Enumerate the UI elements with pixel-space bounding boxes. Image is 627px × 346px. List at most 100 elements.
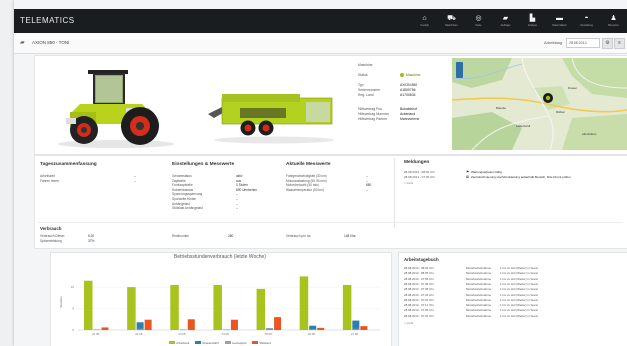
- bar-stillstand: [360, 326, 368, 330]
- nav-item-analyse[interactable]: ▙ Analyse: [519, 9, 546, 33]
- log-detail: 1 km zu Hof (Wetter) in Soest: [500, 287, 538, 292]
- log-detail: 1 km zu Hof (Wetter) in Soest: [500, 281, 538, 286]
- x-tick-label: 24.08.: [222, 332, 230, 336]
- nav-item-label: Maschinen: [445, 24, 458, 27]
- row-value: 0 Stufen: [236, 183, 248, 188]
- info-label-contract-partner: Hilfsvertrag Partner: [358, 117, 388, 121]
- nav-item-maschinen[interactable]: ⛟ Maschinen: [438, 9, 465, 33]
- breadcrumb[interactable]: AXION 850 - TONI: [32, 40, 69, 45]
- log-event[interactable]: Motorbetriebnahme: [466, 277, 491, 281]
- more-messages-link[interactable]: > mehr: [404, 181, 413, 185]
- menu-icon: ≡: [618, 40, 621, 46]
- log-event[interactable]: Motorbetriebnahme: [466, 308, 491, 312]
- warning-icon: ⊠: [466, 175, 469, 179]
- row-value: --: [236, 201, 239, 206]
- row-value: --: [366, 174, 369, 178]
- bar-stillstand: [274, 317, 282, 330]
- info-value-contract-no: Ackerland: [400, 112, 416, 116]
- section-title: Arbeitstagebuch: [404, 257, 439, 262]
- chart-legend: Arbeitszeit Strassenfahrt Leerlaufzeit Stil…: [50, 340, 390, 345]
- legend-item[interactable]: Leerlaufzeit: [224, 341, 246, 345]
- sub-header: ▰ AXION 850 - TONI Arbeitstag 28.08.2013…: [14, 33, 627, 54]
- location-map[interactable]: Belecke Drewer Kallenhardt Rüthen Altenr…: [452, 58, 627, 150]
- row-value: 37%: [88, 239, 95, 243]
- legend-item[interactable]: Strassenfahrt: [195, 341, 219, 345]
- bar-arbeitszeit: [170, 285, 179, 330]
- log-event[interactable]: Motorbetriebnahme: [466, 287, 491, 291]
- tractor-photo: [42, 58, 190, 150]
- log-event[interactable]: Motorbetriebnahme: [466, 271, 491, 275]
- log-time: 28.08.2013 - 07:20 Uhr: [404, 297, 434, 302]
- row-label: Anhängelast: [172, 201, 190, 206]
- legend-item[interactable]: Stillstand: [252, 340, 271, 345]
- message-text[interactable]: Wartungsarbeiten fällig: [471, 170, 502, 174]
- tractor-image: [58, 70, 174, 148]
- baler-photo: [200, 58, 348, 150]
- section-title: Tageszusammenfassung: [40, 162, 97, 167]
- bar-leerlaufzeit: [222, 329, 230, 330]
- legend-swatch: [169, 341, 176, 344]
- nav-item-stammdaten[interactable]: ▬ Stammdaten: [546, 9, 573, 33]
- message-time: 28.08.2013 - 07:45 Uhr: [404, 175, 435, 179]
- nav-item-verwaltung[interactable]: ◓ Verwaltung: [573, 9, 600, 33]
- row-label: Spitzenleistung: [40, 239, 62, 243]
- log-event[interactable]: Motorbetriebnahme: [466, 266, 491, 270]
- x-tick-label: 25.08.: [265, 332, 273, 336]
- user-icon: ♟: [610, 15, 617, 22]
- legend-label: Stillstand: [259, 340, 271, 345]
- row-label: Spannungsspannung: [172, 192, 203, 197]
- log-event[interactable]: Motorbetriebnahme: [466, 303, 491, 307]
- message-text[interactable]: Zentralschmierung Hochdruckleitung außer…: [471, 175, 571, 179]
- row-label: Motorauslastung (50-90 min): [286, 178, 327, 183]
- nav-item-label: Auftrage: [500, 24, 511, 27]
- row-label: Arbeitszeit: [40, 174, 55, 178]
- more-log-link[interactable]: > mehr: [404, 321, 413, 325]
- nav-item-benutzer[interactable]: ♟ Benutzer: [600, 9, 627, 33]
- log-event[interactable]: Motorbetriebnahme: [466, 298, 491, 302]
- gear-icon: ⚙: [605, 40, 610, 46]
- bar-leerlaufzeit: [352, 328, 360, 330]
- row-value: --: [236, 197, 239, 201]
- bar-arbeitszeit: [213, 285, 222, 330]
- bar-leerlaufzeit: [93, 329, 101, 330]
- row-label: Verbrauch pro ha: [286, 234, 311, 238]
- nav-item-auftrage[interactable]: ▰ Auftrage: [492, 9, 519, 33]
- chart-title: Betriebsstundenverbrauch (letzte Woche): [174, 254, 266, 260]
- operating-hours-chart: 0 5 10 Stunden 21.08. 22.08. 23.08. 24.08. 25.08…: [59, 276, 380, 336]
- x-tick-label: 21.08.: [92, 332, 100, 336]
- menu-button[interactable]: ≡: [614, 38, 625, 49]
- nav-item-cockpit[interactable]: ⌂ Cockpit: [411, 9, 438, 33]
- log-detail: 1 km zu Hof (Wetter) in Soest: [500, 297, 538, 302]
- log-detail: 1 km zu Hof (Wetter) in Soest: [500, 313, 538, 318]
- legend-item[interactable]: Arbeitszeit: [169, 341, 189, 345]
- message-time: 28.08.2013 - 08:02 Uhr: [404, 170, 435, 174]
- wrench-icon: ⚑: [466, 170, 470, 174]
- log-detail: 1 km zu Hof (Wetter) in Soest: [500, 271, 538, 276]
- log-event[interactable]: Motorbetriebnahme: [466, 314, 491, 318]
- metrics-card: [34, 155, 627, 249]
- bar-arbeitszeit: [84, 280, 93, 330]
- legend-label: Arbeitszeit: [176, 340, 190, 345]
- map-town-label: Drewer: [568, 86, 578, 90]
- date-input[interactable]: 28.08.2013: [566, 38, 600, 48]
- nav-item-label: Stammdaten: [552, 24, 567, 27]
- settings-button[interactable]: ⚙: [602, 38, 613, 49]
- log-event[interactable]: Motorbetriebnahme: [466, 282, 491, 286]
- app-logo[interactable]: TELEMATICS: [20, 16, 75, 25]
- bar-arbeitszeit: [256, 288, 266, 330]
- log-time: 28.08.2013 - 07:45 Uhr: [404, 281, 434, 286]
- nav-item-karte[interactable]: ◎ Karte: [465, 9, 492, 33]
- info-label-machine: Maschine: [358, 63, 373, 67]
- log-time: 28.08.2013 - 07:12 Uhr: [404, 303, 434, 308]
- row-label: Verbrauch Diesel: [40, 234, 65, 238]
- row-value: --: [236, 206, 239, 211]
- log-event[interactable]: Motorbetriebnahme: [466, 293, 491, 297]
- y-axis-label: Stunden: [59, 296, 63, 308]
- row-value: --: [134, 174, 137, 178]
- info-label-status: Status: [358, 73, 368, 77]
- row-value: 880: [366, 183, 372, 188]
- divider: [38, 222, 623, 223]
- row-label: Stützlast Anhängelast: [172, 206, 203, 211]
- machine-icon: ▰: [20, 40, 25, 46]
- section-title: Aktuelle Messwerte: [286, 162, 331, 167]
